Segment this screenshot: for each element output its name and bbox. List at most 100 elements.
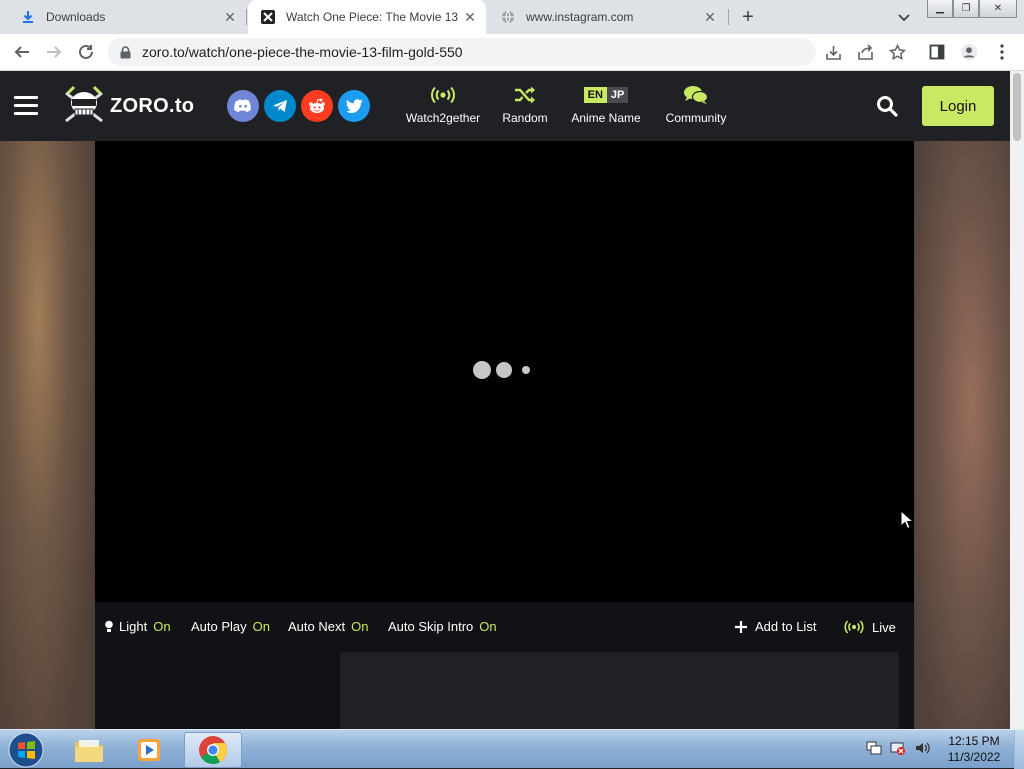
loading-spinner bbox=[473, 360, 543, 380]
nav-label: Watch2gether bbox=[405, 111, 481, 125]
download-icon bbox=[20, 9, 36, 25]
light-toggle[interactable]: Light On bbox=[105, 619, 171, 634]
control-label: Auto Skip Intro bbox=[388, 619, 474, 634]
twitter-icon[interactable] bbox=[338, 90, 370, 122]
taskbar-file-explorer[interactable] bbox=[60, 732, 118, 768]
auto-skip-intro-toggle[interactable]: Auto Skip Intro On bbox=[388, 619, 497, 634]
control-label: Add to List bbox=[755, 619, 817, 634]
nav-label: Random bbox=[502, 111, 548, 125]
url-text: zoro.to/watch/one-piece-the-movie-13-fil… bbox=[142, 44, 463, 60]
lock-icon[interactable] bbox=[120, 45, 132, 59]
broadcast-icon bbox=[844, 620, 864, 634]
nav-anime-name[interactable]: EN JP Anime Name bbox=[566, 83, 646, 129]
mouse-cursor-icon bbox=[900, 509, 915, 530]
control-label: Auto Play bbox=[191, 619, 247, 634]
discord-icon[interactable] bbox=[227, 90, 259, 122]
nav-community[interactable]: Community bbox=[660, 83, 732, 129]
nav-random[interactable]: Random bbox=[498, 83, 552, 129]
globe-icon bbox=[500, 9, 516, 25]
address-bar[interactable]: zoro.to/watch/one-piece-the-movie-13-fil… bbox=[108, 38, 816, 66]
tab-downloads[interactable]: Downloads ✕ bbox=[8, 0, 246, 34]
auto-next-toggle[interactable]: Auto Next On bbox=[288, 619, 368, 634]
lang-en[interactable]: EN bbox=[583, 87, 607, 103]
tab-instagram[interactable]: www.instagram.com ✕ bbox=[488, 0, 726, 34]
browser-tab-strip: Downloads ✕ Watch One Piece: The Movie 1… bbox=[0, 0, 1024, 34]
server-panel bbox=[340, 652, 899, 729]
zoro-logo-icon bbox=[65, 85, 103, 123]
zoro-favicon-icon bbox=[260, 9, 276, 25]
tab-title: Watch One Piece: The Movie 13 - bbox=[286, 10, 462, 24]
close-icon[interactable]: ✕ bbox=[702, 9, 718, 25]
share-icon[interactable] bbox=[856, 43, 874, 61]
add-to-list-button[interactable]: Add to List bbox=[735, 619, 816, 634]
media-player-icon bbox=[138, 739, 160, 761]
tab-title: www.instagram.com bbox=[526, 10, 634, 24]
taskbar-media-player[interactable] bbox=[120, 732, 178, 768]
tab-zoro[interactable]: Watch One Piece: The Movie 13 - ✕ bbox=[248, 0, 486, 34]
back-icon[interactable] bbox=[12, 42, 32, 62]
control-state: On bbox=[479, 619, 497, 634]
nav-watch2gether[interactable]: Watch2gether bbox=[400, 83, 486, 129]
site-header: ZORO.to Watch2gether Random EN JP Anime … bbox=[0, 71, 1010, 141]
lightbulb-icon bbox=[105, 620, 113, 632]
browser-toolbar: zoro.to/watch/one-piece-the-movie-13-fil… bbox=[0, 34, 1024, 71]
star-icon[interactable] bbox=[888, 43, 906, 61]
system-clock[interactable]: 12:15 PM 11/3/2022 bbox=[940, 733, 1008, 765]
network-error-icon[interactable] bbox=[890, 740, 906, 756]
control-label: Live bbox=[872, 619, 896, 635]
chat-bubbles-icon bbox=[683, 83, 709, 107]
tab-separator bbox=[728, 9, 729, 25]
telegram-icon[interactable] bbox=[264, 90, 296, 122]
forward-icon[interactable] bbox=[44, 42, 64, 62]
close-icon[interactable]: ✕ bbox=[462, 9, 478, 25]
video-player[interactable] bbox=[95, 141, 914, 602]
profile-avatar-icon[interactable] bbox=[960, 43, 978, 61]
page-scrollbar[interactable] bbox=[1010, 71, 1024, 729]
language-toggle[interactable]: EN JP bbox=[583, 83, 629, 107]
action-center-icon[interactable] bbox=[866, 740, 882, 756]
kebab-menu-icon[interactable] bbox=[993, 43, 1011, 61]
close-window-button[interactable]: ✕ bbox=[979, 0, 1017, 18]
live-button[interactable]: Live bbox=[844, 619, 896, 635]
search-icon[interactable] bbox=[876, 95, 898, 117]
control-state: On bbox=[252, 619, 270, 634]
chrome-icon bbox=[199, 736, 227, 764]
reddit-icon[interactable] bbox=[301, 90, 333, 122]
side-panel-icon[interactable] bbox=[928, 43, 946, 61]
windows-logo-icon bbox=[8, 732, 44, 768]
new-tab-button[interactable]: + bbox=[738, 7, 758, 27]
control-state: On bbox=[351, 619, 369, 634]
site-logo[interactable]: ZORO.to bbox=[62, 85, 194, 127]
start-button[interactable] bbox=[4, 731, 48, 769]
minimize-button[interactable]: ▁ bbox=[927, 0, 953, 18]
shuffle-icon bbox=[513, 83, 537, 107]
tab-separator bbox=[246, 9, 247, 25]
plus-icon bbox=[735, 620, 747, 633]
control-label: Auto Next bbox=[288, 619, 346, 634]
clock-time: 12:15 PM bbox=[948, 734, 1000, 748]
tab-title: Downloads bbox=[46, 10, 106, 24]
reload-icon[interactable] bbox=[76, 42, 96, 62]
chevron-down-icon[interactable] bbox=[896, 9, 912, 25]
auto-play-toggle[interactable]: Auto Play On bbox=[191, 619, 270, 634]
hamburger-menu-icon[interactable] bbox=[14, 96, 38, 116]
nav-label: Anime Name bbox=[571, 111, 641, 125]
control-state: On bbox=[153, 619, 171, 634]
control-label: Light bbox=[119, 619, 148, 634]
player-controls-bar: Light On Auto Play On Auto Next On Auto … bbox=[95, 602, 914, 652]
install-app-icon[interactable] bbox=[824, 43, 842, 61]
background-artwork-left bbox=[0, 141, 95, 729]
clock-date: 11/3/2022 bbox=[947, 750, 1001, 764]
background-artwork-right bbox=[914, 141, 1010, 729]
login-button[interactable]: Login bbox=[922, 86, 994, 126]
scrollbar-thumb[interactable] bbox=[1013, 73, 1021, 141]
logo-text: ZORO.to bbox=[110, 94, 195, 117]
show-desktop-button[interactable] bbox=[1014, 730, 1024, 769]
close-icon[interactable]: ✕ bbox=[222, 9, 238, 25]
lang-jp[interactable]: JP bbox=[606, 87, 629, 103]
speaker-icon[interactable] bbox=[914, 740, 930, 756]
nav-label: Community bbox=[665, 111, 727, 125]
folder-icon bbox=[75, 740, 103, 762]
taskbar-chrome[interactable] bbox=[184, 732, 242, 768]
restore-button[interactable]: ❐ bbox=[953, 0, 979, 18]
